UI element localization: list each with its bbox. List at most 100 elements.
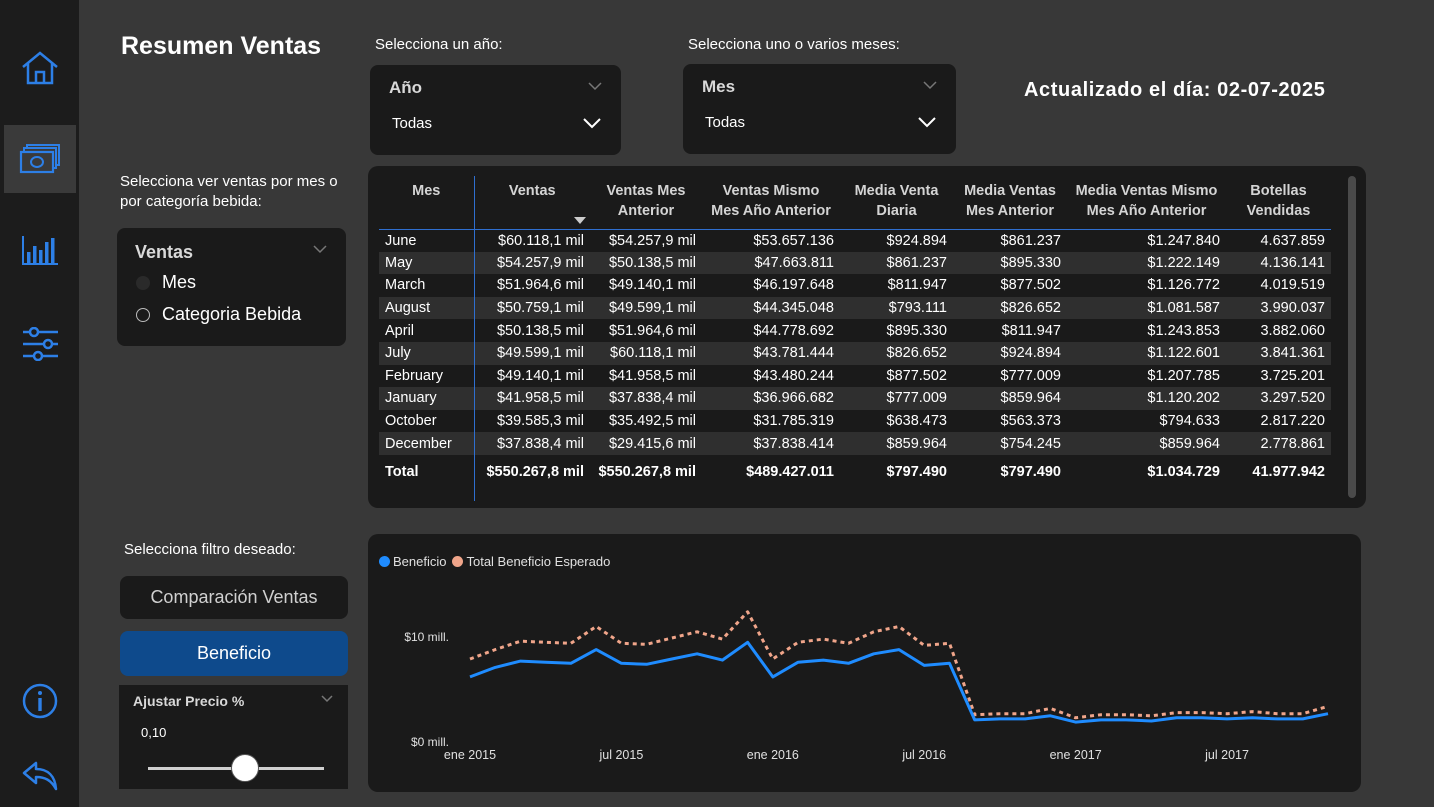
sliders-icon xyxy=(23,327,58,361)
value-cell: $859.964 xyxy=(1067,432,1226,455)
year-dropdown[interactable]: Año Todas xyxy=(370,65,621,155)
col-header-media-ventas-mes-anterior[interactable]: Media Ventas Mes Anterior xyxy=(953,176,1067,230)
value-cell: $1.120.202 xyxy=(1067,387,1226,410)
month-cell: June xyxy=(379,229,475,252)
radio-label: Mes xyxy=(162,272,197,292)
month-cell: March xyxy=(379,274,475,297)
total-cell: $550.267,8 mil xyxy=(598,463,696,480)
value-cell: $60.118,1 mil xyxy=(474,229,590,252)
table-row[interactable]: December $37.838,4 mil $29.415,6 mil $37.83… xyxy=(379,432,1331,455)
value-cell: 3.990.037 xyxy=(1226,296,1331,320)
value-cell: $895.330 xyxy=(953,251,1067,275)
view-selector: Ventas Mes Categoria Bebida xyxy=(117,228,346,346)
value-cell: $43.480.244 xyxy=(702,364,840,388)
value-cell: $924.894 xyxy=(953,341,1067,365)
value-cell: $811.947 xyxy=(953,319,1067,342)
total-cell: 41.977.942 xyxy=(1252,463,1325,480)
info-icon xyxy=(22,683,58,719)
month-dropdown-title: Mes xyxy=(702,77,736,96)
value-cell: $31.785.319 xyxy=(702,409,840,433)
value-cell: $60.118,1 mil xyxy=(590,341,702,365)
radio-option-mes[interactable]: Mes xyxy=(136,272,196,293)
value-cell: $895.330 xyxy=(840,319,953,342)
settings-button[interactable] xyxy=(4,310,76,378)
value-cell: $51.964,6 mil xyxy=(590,319,702,342)
value-cell: $29.415,6 mil xyxy=(590,432,702,455)
value-cell: $794.633 xyxy=(1067,409,1226,433)
value-cell: $36.966.682 xyxy=(702,387,840,410)
series-line-esperado xyxy=(469,610,1329,720)
month-cell: August xyxy=(379,296,475,320)
table-row[interactable]: August $50.759,1 mil $49.599,1 mil $44.345.… xyxy=(379,296,1331,320)
value-cell: 4.136.141 xyxy=(1226,251,1331,275)
col-header-ventas-mismo-mes[interactable]: Ventas Mismo Mes Año Anterior xyxy=(702,176,840,230)
value-cell: 2.778.861 xyxy=(1226,432,1331,455)
sales-button[interactable] xyxy=(4,125,76,193)
slider-knob[interactable] xyxy=(230,754,259,782)
table-row[interactable]: July $49.599,1 mil $60.118,1 mil $43.781.44… xyxy=(379,341,1331,365)
table-row[interactable]: October $39.585,3 mil $35.492,5 mil $31.785… xyxy=(379,409,1331,433)
value-cell: 4.019.519 xyxy=(1226,274,1331,297)
table-row[interactable]: June $60.118,1 mil $54.257,9 mil $53.657.13… xyxy=(379,229,1331,252)
profit-chart-card: Beneficio Total Beneficio Esperado $0 mi… xyxy=(368,534,1361,792)
updated-date: Actualizado el día: 02-07-2025 xyxy=(1024,79,1326,101)
home-button[interactable] xyxy=(4,34,76,102)
slider-value[interactable]: 0,10 xyxy=(141,725,166,740)
col-header-media-ventas-mismo-mes[interactable]: Media Ventas Mismo Mes Año Anterior xyxy=(1067,176,1226,230)
sales-table: Mes Ventas Ventas Mes Anterior Ventas Mi… xyxy=(379,176,1331,501)
table-row[interactable]: January $41.958,5 mil $37.838,4 mil $36.966… xyxy=(379,387,1331,410)
value-cell: $54.257,9 mil xyxy=(590,229,702,252)
col-header-ventas-mes-anterior[interactable]: Ventas Mes Anterior xyxy=(590,176,702,230)
info-button[interactable] xyxy=(4,667,76,735)
total-cell: $489.427.011 xyxy=(746,463,834,480)
chevron-down-icon[interactable] xyxy=(918,117,936,128)
radio-option-categoria[interactable]: Categoria Bebida xyxy=(136,304,301,325)
price-slider-card: Ajustar Precio % 0,10 xyxy=(119,685,348,789)
month-dropdown-value: Todas xyxy=(705,114,746,131)
back-button[interactable] xyxy=(4,742,76,807)
value-cell: $754.245 xyxy=(953,432,1067,455)
y-tick-label: $10 mill. xyxy=(404,630,449,644)
month-dropdown[interactable]: Mes Todas xyxy=(683,64,956,154)
value-cell: $859.964 xyxy=(840,432,953,455)
table-row[interactable]: April $50.138,5 mil $51.964,6 mil $44.778.6… xyxy=(379,319,1331,342)
table-row[interactable]: May $54.257,9 mil $50.138,5 mil $47.663.811… xyxy=(379,251,1331,275)
x-tick-label: ene 2017 xyxy=(1050,748,1102,762)
value-cell: $47.663.811 xyxy=(702,251,840,275)
beneficio-button[interactable]: Beneficio xyxy=(120,631,348,676)
table-scrollbar[interactable] xyxy=(1348,176,1356,498)
value-cell: $49.140,1 mil xyxy=(590,274,702,297)
value-cell: $39.585,3 mil xyxy=(474,409,590,433)
value-cell: $638.473 xyxy=(840,409,953,433)
value-cell: $877.502 xyxy=(840,364,953,388)
total-cell: $550.267,8 mil xyxy=(486,463,584,480)
month-cell: May xyxy=(379,251,475,275)
col-header-media-venta-diaria[interactable]: Media Venta Diaria xyxy=(840,176,953,230)
series-line-beneficio xyxy=(469,640,1329,724)
value-cell: $49.599,1 mil xyxy=(474,341,590,365)
table-row[interactable]: February $49.140,1 mil $41.958,5 mil $43.48… xyxy=(379,364,1331,388)
chevron-down-icon[interactable] xyxy=(583,118,601,129)
col-header-botellas[interactable]: Botellas Vendidas xyxy=(1226,176,1331,230)
total-cell: Total xyxy=(379,454,475,501)
value-cell: $777.009 xyxy=(840,387,953,410)
filter-prompt: Selecciona filtro deseado: xyxy=(124,541,296,558)
value-cell: 3.882.060 xyxy=(1226,319,1331,342)
col-header-mes[interactable]: Mes xyxy=(379,176,475,230)
month-prompt: Selecciona uno o varios meses: xyxy=(688,36,900,53)
value-cell: $1.247.840 xyxy=(1067,229,1226,252)
value-cell: $41.958,5 mil xyxy=(590,364,702,388)
value-cell: 4.637.859 xyxy=(1226,229,1331,252)
col-header-ventas[interactable]: Ventas xyxy=(474,176,590,230)
year-dropdown-title: Año xyxy=(389,78,423,97)
radio-label: Categoria Bebida xyxy=(162,304,302,324)
sort-desc-icon xyxy=(573,217,586,224)
comparacion-ventas-button[interactable]: Comparación Ventas xyxy=(120,576,348,619)
x-tick-label: jul 2017 xyxy=(1204,748,1249,762)
value-cell: $37.838,4 mil xyxy=(590,387,702,410)
charts-button[interactable] xyxy=(4,216,76,284)
value-cell: $50.138,5 mil xyxy=(590,251,702,275)
value-cell: $37.838,4 mil xyxy=(474,432,590,455)
value-cell: $563.373 xyxy=(953,409,1067,433)
table-row[interactable]: March $51.964,6 mil $49.140,1 mil $46.197.6… xyxy=(379,274,1331,297)
